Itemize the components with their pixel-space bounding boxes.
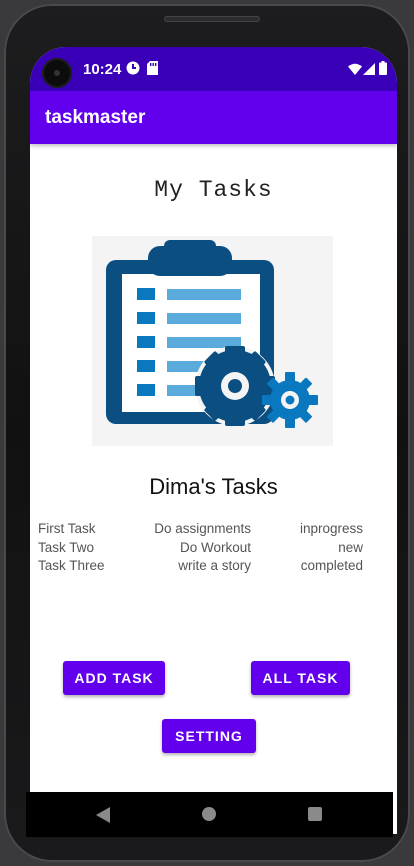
task-title: Task Two <box>38 539 95 555</box>
task-state: new <box>338 539 363 555</box>
task-list: First Task Do assignments inprogress Tas… <box>38 521 363 577</box>
task-body: Do Workout <box>179 539 251 555</box>
task-state: completed <box>300 558 363 573</box>
recents-square-icon[interactable] <box>308 807 322 826</box>
task-row[interactable]: First Task Do assignments inprogress <box>38 521 363 540</box>
page-title: My Tasks <box>154 177 273 203</box>
clipboard-checklist-gears-icon <box>92 236 333 446</box>
all-task-button[interactable]: ALL TASK <box>251 661 350 695</box>
task-body: Do assignments <box>154 521 251 536</box>
earpiece-speaker <box>164 16 260 22</box>
task-title: Task Three <box>38 558 105 573</box>
battery-icon <box>379 61 387 80</box>
notification-app-icon <box>126 61 140 80</box>
sd-card-icon <box>147 61 158 80</box>
status-time: 10:24 <box>83 61 122 78</box>
setting-button[interactable]: SETTING <box>162 719 256 753</box>
app-bar: taskmaster <box>30 91 397 144</box>
wifi-icon <box>348 62 362 80</box>
front-camera <box>42 58 72 88</box>
back-triangle-icon[interactable] <box>96 807 110 828</box>
status-bar: 10:24 <box>30 47 397 91</box>
user-tasks-heading: Dima's Tasks <box>149 474 278 499</box>
add-task-button[interactable]: ADD TASK <box>63 661 165 695</box>
task-body: write a story <box>178 558 251 573</box>
app-screen: 10:24 taskmaster My Tasks Dima's Tasks F… <box>30 47 397 834</box>
app-title: taskmaster <box>45 107 146 128</box>
task-row[interactable]: Task Two Do Workout new <box>38 540 363 559</box>
task-row[interactable]: Task Three write a story completed <box>38 558 363 577</box>
task-state: inprogress <box>299 521 363 536</box>
home-circle-icon[interactable] <box>202 807 216 826</box>
phone-frame: 10:24 taskmaster My Tasks Dima's Tasks F… <box>4 4 410 862</box>
system-nav-bar <box>26 792 393 837</box>
task-title: First Task <box>38 521 96 536</box>
cellular-signal-icon <box>363 62 375 80</box>
